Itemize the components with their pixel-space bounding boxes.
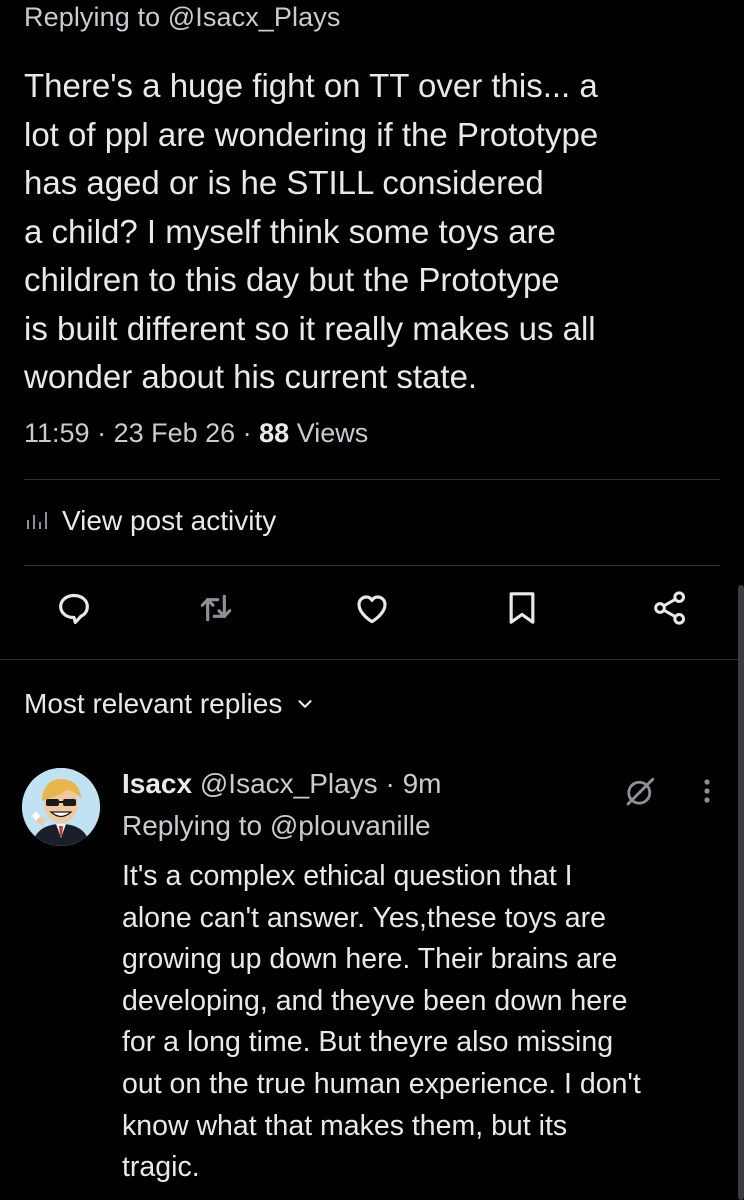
views-count: 88 <box>259 418 290 448</box>
chevron-down-icon <box>294 693 316 715</box>
divider <box>24 479 720 480</box>
replies-sort-dropdown[interactable]: Most relevant replies <box>24 688 316 720</box>
post-text: There's a huge fight on TT over this... … <box>24 67 599 395</box>
reply-button[interactable] <box>52 588 96 632</box>
meta-separator: · <box>235 418 260 448</box>
bar-chart-icon <box>24 507 52 536</box>
repost-icon <box>196 588 236 633</box>
post-date: 23 Feb 26 <box>113 418 236 448</box>
view-post-activity-button[interactable]: View post activity <box>24 505 276 537</box>
reply-display-name[interactable]: Isacx <box>122 768 192 799</box>
replies-sort-label: Most relevant replies <box>24 688 283 719</box>
repost-button[interactable] <box>194 588 238 632</box>
reply-time[interactable]: 9m <box>403 768 442 799</box>
replying-to-label[interactable]: Replying to @Isacx_Plays <box>24 2 340 33</box>
action-bar <box>0 588 744 638</box>
reply-handle[interactable]: @Isacx_Plays <box>200 768 378 799</box>
reply-replying-to[interactable]: Replying to @plouvanille <box>122 810 431 842</box>
heart-icon <box>352 588 392 633</box>
divider <box>0 659 744 660</box>
comment-icon <box>54 588 94 633</box>
post-time: 11:59 <box>24 418 90 448</box>
share-button[interactable] <box>648 588 692 632</box>
bookmark-button[interactable] <box>500 588 544 632</box>
scrollbar[interactable] <box>738 585 744 1200</box>
divider <box>24 565 720 566</box>
post-meta: 11:59 · 23 Feb 26 · 88 Views <box>24 418 368 449</box>
bookmark-icon <box>502 588 542 633</box>
meta-separator: · <box>89 418 114 448</box>
like-button[interactable] <box>350 588 394 632</box>
reply-text: It's a complex ethical question that I a… <box>122 860 641 1184</box>
grok-icon[interactable] <box>622 774 658 815</box>
share-icon <box>650 588 690 633</box>
reply-separator: · <box>377 768 403 799</box>
view-post-activity-label: View post activity <box>62 505 277 536</box>
more-vertical-icon[interactable] <box>700 776 714 811</box>
avatar[interactable] <box>22 768 100 846</box>
views-label: Views <box>296 418 369 448</box>
reply-header: Isacx @Isacx_Plays · 9m <box>122 768 441 800</box>
